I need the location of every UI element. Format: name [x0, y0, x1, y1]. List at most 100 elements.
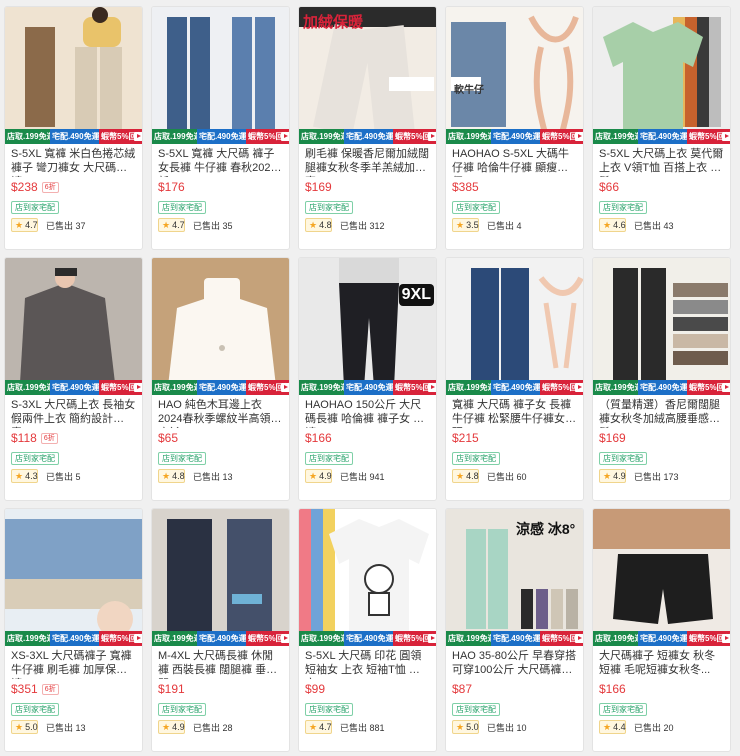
product-price: $351 [11, 682, 38, 696]
product-price: $66 [599, 180, 620, 194]
store-pickup-label: 店取.199免運 [446, 129, 496, 144]
product-card[interactable]: 店取.199免運 宅配.490免運 蝦幣5%回饋 S-5XL 大尺碼 印花 圓領 短袖… [298, 508, 437, 752]
rating-badge: ★ 4.8 [305, 218, 332, 232]
play-icon[interactable] [574, 383, 583, 392]
product-card[interactable]: 店取.199免運 宅配.490免運 蝦幣5%回饋 大尺碼褲子 短褲女 秋冬短褲 毛呢短… [592, 508, 731, 752]
product-title[interactable]: S-3XL 大尺碼上衣 長袖女 假兩件上衣 簡約設計 素... [5, 395, 142, 428]
product-card[interactable]: 店取.199免運 宅配.490免運 蝦幣5%回饋 S-3XL 大尺碼上衣 長袖女 假兩… [4, 257, 143, 501]
product-title[interactable]: HAO 純色木耳邊上衣2024春秋季螺紋半高領打底衫... [152, 395, 289, 428]
product-card[interactable]: 店取.199免運 宅配.490免運 蝦幣5%回饋 S-5XL 大尺碼上衣 莫代爾上衣 … [592, 6, 731, 250]
product-image[interactable]: 店取.199免運 宅配.490免運 蝦幣5%回饋 [593, 7, 730, 144]
product-image[interactable]: 店取.199免運 宅配.490免運 蝦幣5%回饋 [152, 258, 289, 395]
product-image[interactable]: 店取.199免運 宅配.490免運 蝦幣5%回饋 [593, 258, 730, 395]
meta-row: ★ 4.6 已售出 43 [593, 215, 730, 232]
promo-banner: 店取.199免運 宅配.490免運 蝦幣5%回饋 [152, 631, 289, 646]
star-icon: ★ [309, 471, 318, 481]
product-card[interactable]: 店取.199免運 宅配.490免運 蝦幣5%回饋 寬褲 大尺碼 褲子女 長褲 牛仔褲 … [445, 257, 584, 501]
promo-banner: 店取.199免運 宅配.490免運 蝦幣5%回饋 [152, 129, 289, 144]
product-title[interactable]: HAO 35-80公斤 早春穿搭 可穿100公斤 大尺碼褲子 ... [446, 646, 583, 679]
rating-value: 4.9 [172, 722, 185, 732]
play-icon[interactable] [721, 132, 730, 141]
product-image[interactable]: 店取.199免運 宅配.490免運 蝦幣5%回饋 [5, 258, 142, 395]
coin-cashback-label: 蝦幣5%回饋 [99, 380, 142, 395]
price-row: $87 [446, 679, 583, 697]
product-image[interactable]: 店取.199免運 宅配.490免運 蝦幣5%回饋 [152, 509, 289, 646]
product-title[interactable]: 刷毛褲 保暖香尼爾加絨闊腿褲女秋冬季羊羔絨加厚直... [299, 144, 436, 177]
shipping-row: 店到家宅配 [5, 697, 142, 717]
play-icon[interactable] [427, 132, 436, 141]
product-price: $169 [599, 431, 626, 445]
rating-value: 4.7 [172, 220, 185, 230]
promo-banner: 店取.199免運 宅配.490免運 蝦幣5%回饋 [593, 631, 730, 646]
product-title[interactable]: XS-3XL 大尺碼褲子 寬褲 牛仔褲 刷毛褲 加厚保暖褲 ... [5, 646, 142, 679]
sold-count: 已售出 13 [46, 722, 86, 733]
rating-badge: ★ 5.0 [11, 720, 38, 734]
shipping-row: 店到家宅配 [152, 446, 289, 466]
product-image[interactable]: 軟牛仔 店取.199免運 宅配.490免運 蝦幣5%回饋 [446, 7, 583, 144]
play-icon[interactable] [133, 383, 142, 392]
play-icon[interactable] [574, 132, 583, 141]
play-icon[interactable] [427, 634, 436, 643]
product-title[interactable]: HAOHAO 150公斤 大尺碼長褲 哈倫褲 褲子女 寬褲 ... [299, 395, 436, 428]
product-title[interactable]: 寬褲 大尺碼 褲子女 長褲 牛仔褲 松緊腰牛仔褲女大碼... [446, 395, 583, 428]
product-title[interactable]: 大尺碼褲子 短褲女 秋冬短褲 毛呢短褲女秋冬... [593, 646, 730, 679]
product-title[interactable]: （質量精選）香尼爾闊腿褲女秋冬加絨高腰垂感寬鬆... [593, 395, 730, 428]
meta-row: ★ 4.9 已售出 28 [152, 717, 289, 734]
product-card[interactable]: 店取.199免運 宅配.490免運 蝦幣5%回饋 HAO 純色木耳邊上衣2024春秋季… [151, 257, 290, 501]
shipping-tag: 店到家宅配 [599, 703, 647, 716]
promo-banner: 店取.199免運 宅配.490免運 蝦幣5%回饋 [593, 380, 730, 395]
play-icon[interactable] [133, 634, 142, 643]
shipping-tag: 店到家宅配 [158, 703, 206, 716]
home-delivery-label: 宅配.490免運 [491, 380, 541, 395]
product-price: $176 [158, 180, 185, 194]
product-image[interactable]: 店取.199免運 宅配.490免運 蝦幣5%回饋 [152, 7, 289, 144]
product-card[interactable]: 加絨保暖 店取.199免運 宅配.490免運 蝦幣5%回饋 刷毛褲 保暖香尼爾加絨闊腿褲… [298, 6, 437, 250]
product-card[interactable]: 店取.199免運 宅配.490免運 蝦幣5%回饋 （質量精選）香尼爾闊腿褲女秋冬加絨高… [592, 257, 731, 501]
product-image[interactable]: 加絨保暖 店取.199免運 宅配.490免運 蝦幣5%回饋 [299, 7, 436, 144]
store-pickup-label: 店取.199免運 [593, 129, 643, 144]
coin-cashback-label: 蝦幣5%回饋 [99, 631, 142, 646]
shipping-tag: 店到家宅配 [305, 201, 353, 214]
play-icon[interactable] [427, 383, 436, 392]
play-icon[interactable] [721, 634, 730, 643]
shipping-row: 店到家宅配 [446, 697, 583, 717]
product-card[interactable]: 涼感 冰8° 店取.199免運 宅配.490免運 蝦幣5%回饋 HAO 35-80公斤 … [445, 508, 584, 752]
product-title[interactable]: M-4XL 大尺碼長褲 休閒褲 西裝長褲 闊腿褲 垂感闊... [152, 646, 289, 679]
sold-count: 已售出 4 [487, 220, 522, 231]
product-image[interactable]: 店取.199免運 宅配.490免運 蝦幣5%回饋 [593, 509, 730, 646]
product-image[interactable]: 店取.199免運 宅配.490免運 蝦幣5%回饋 [5, 7, 142, 144]
product-card[interactable]: 店取.199免運 宅配.490免運 蝦幣5%回饋 XS-3XL 大尺碼褲子 寬褲 牛仔… [4, 508, 143, 752]
shipping-row: 店到家宅配 [5, 195, 142, 215]
play-icon[interactable] [280, 634, 289, 643]
play-icon[interactable] [574, 634, 583, 643]
rating-value: 5.0 [466, 722, 479, 732]
play-icon[interactable] [721, 383, 730, 392]
product-image[interactable]: 店取.199免運 宅配.490免運 蝦幣5%回饋 [299, 509, 436, 646]
product-card[interactable]: 店取.199免運 宅配.490免運 蝦幣5%回饋 S-5XL 寬褲 米白色捲芯絨褲子 … [4, 6, 143, 250]
product-image[interactable]: 涼感 冰8° 店取.199免運 宅配.490免運 蝦幣5%回饋 [446, 509, 583, 646]
product-title[interactable]: S-5XL 寬褲 大尺碼 褲子女長褲 牛仔褲 春秋2022新... [152, 144, 289, 177]
product-card[interactable]: 軟牛仔 店取.199免運 宅配.490免運 蝦幣5%回饋 HAOHAO S-5XL 大碼… [445, 6, 584, 250]
product-card[interactable]: 9XL 店取.199免運 宅配.490免運 蝦幣5%回饋 HAOHAO 150公斤 大尺… [298, 257, 437, 501]
product-title[interactable]: S-5XL 大尺碼 印花 圓領 短袖女 上衣 短袖T恤 上衣... [299, 646, 436, 679]
shipping-tag: 店到家宅配 [11, 703, 59, 716]
product-title[interactable]: S-5XL 大尺碼上衣 莫代爾上衣 V領T恤 百搭上衣 寬鬆... [593, 144, 730, 177]
product-title[interactable]: HAOHAO S-5XL 大碼牛仔褲 哈倫牛仔褲 顯瘦牛仔... [446, 144, 583, 177]
rating-value: 4.6 [613, 220, 626, 230]
product-image[interactable]: 店取.199免運 宅配.490免運 蝦幣5%回饋 [5, 509, 142, 646]
play-icon[interactable] [280, 383, 289, 392]
product-image[interactable]: 店取.199免運 宅配.490免運 蝦幣5%回饋 [446, 258, 583, 395]
product-price: $191 [158, 682, 185, 696]
product-image[interactable]: 9XL 店取.199免運 宅配.490免運 蝦幣5%回饋 [299, 258, 436, 395]
rating-value: 5.0 [25, 722, 38, 732]
discount-badge: 6折 [41, 181, 59, 193]
product-title[interactable]: S-5XL 寬褲 米白色捲芯絨褲子 彎刀褲女 大尺碼長褲 ... [5, 144, 142, 177]
image-overlay-text: 加絨保暖 [303, 14, 364, 31]
play-icon[interactable] [133, 132, 142, 141]
shipping-row: 店到家宅配 [446, 195, 583, 215]
product-card[interactable]: 店取.199免運 宅配.490免運 蝦幣5%回饋 S-5XL 寬褲 大尺碼 褲子女長褲… [151, 6, 290, 250]
price-row: $118 6折 [5, 428, 142, 446]
play-icon[interactable] [280, 132, 289, 141]
product-card[interactable]: 店取.199免運 宅配.490免運 蝦幣5%回饋 M-4XL 大尺碼長褲 休閒褲 西裝… [151, 508, 290, 752]
sold-count: 已售出 312 [340, 220, 385, 231]
